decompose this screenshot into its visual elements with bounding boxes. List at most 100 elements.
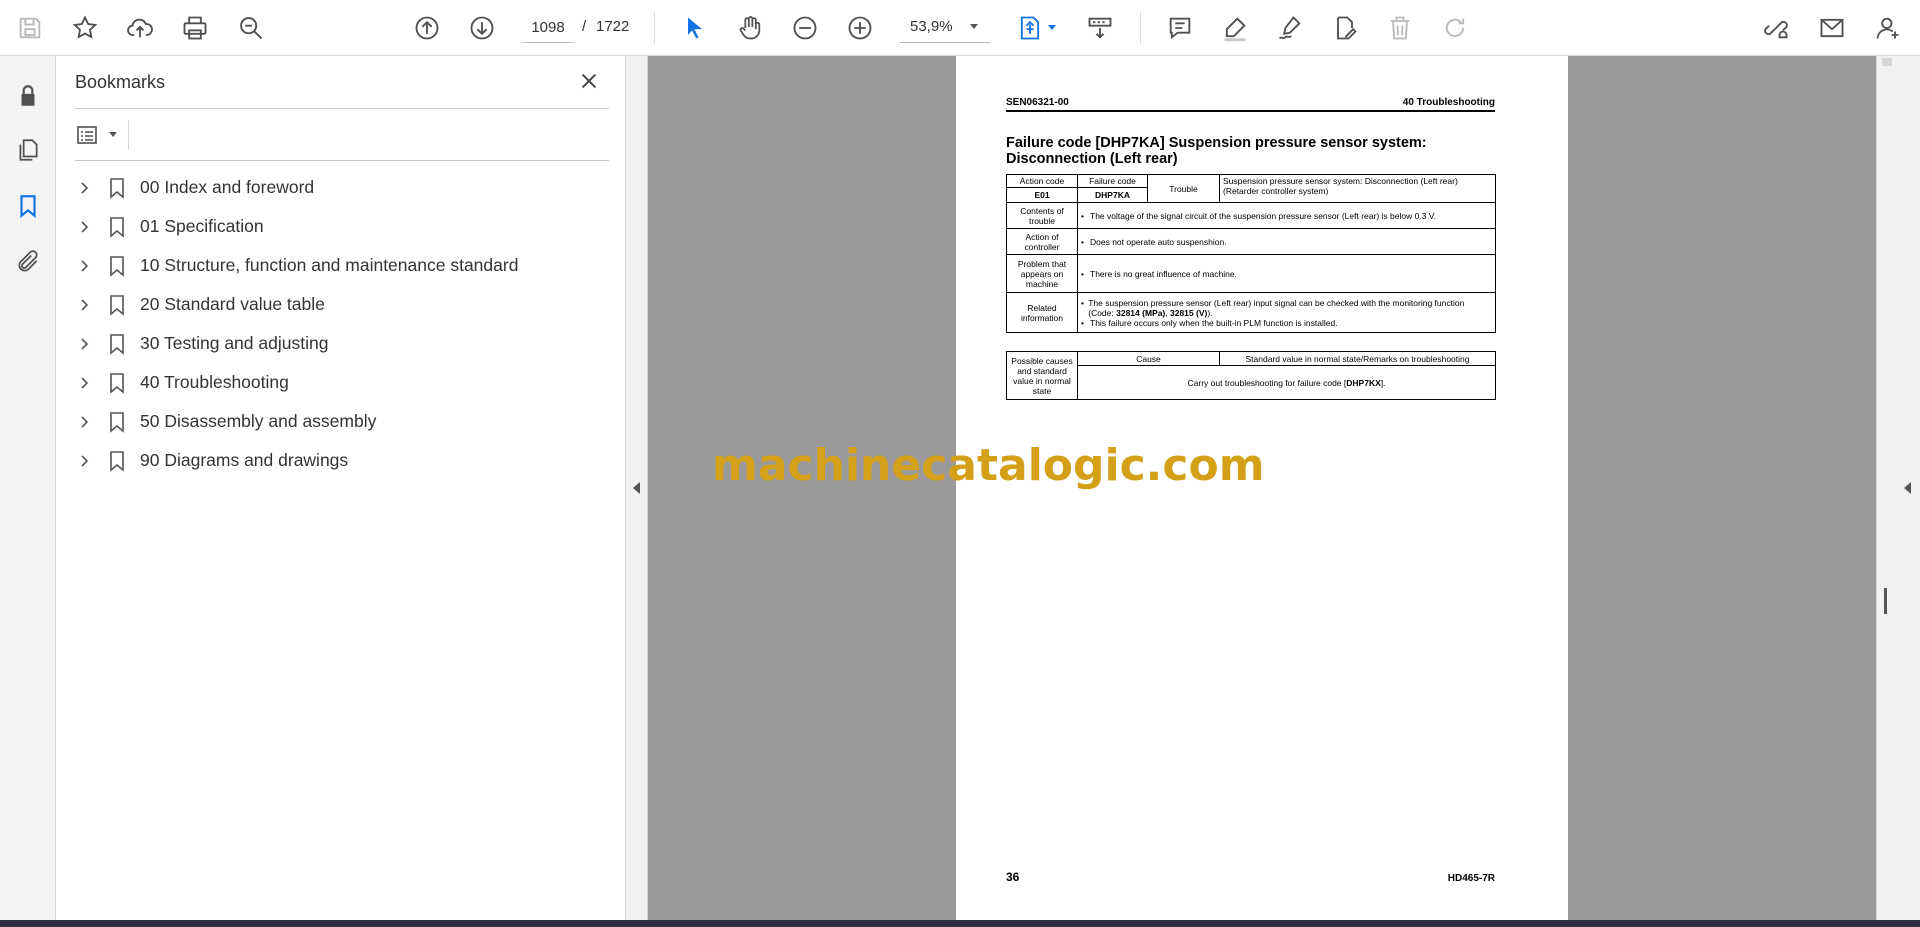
trouble-header: Trouble (1147, 174, 1220, 203)
pages-thumbnail-icon[interactable] (8, 130, 48, 170)
bookmark-icon (102, 215, 132, 239)
left-navigation-rail (0, 56, 56, 920)
hand-icon[interactable] (730, 8, 770, 48)
contents-label: Contents of trouble (1006, 202, 1078, 229)
rotate-icon[interactable] (1435, 8, 1475, 48)
causes-text: Carry out troubleshooting for failure co… (1187, 377, 1347, 388)
model-number: HD465-7R (1447, 873, 1495, 884)
bookmarks-panel: Bookmarks 00 Index and foreword 01 Speci… (56, 56, 626, 920)
star-icon[interactable] (65, 8, 105, 48)
account-icon[interactable] (1868, 8, 1908, 48)
bookmark-panel-icon[interactable] (8, 186, 48, 226)
bookmark-label[interactable]: 50 Disassembly and assembly (140, 411, 376, 432)
possible-causes-table: Possible causes and standard value in no… (1006, 351, 1496, 400)
cloud-upload-icon[interactable] (120, 8, 160, 48)
highlighter-icon[interactable] (1215, 8, 1255, 48)
triangle-left-icon (633, 482, 640, 494)
mail-icon[interactable] (1812, 8, 1852, 48)
failure-code-ref: DHP7KX (1346, 377, 1381, 388)
standard-header: Standard value in normal state/Remarks o… (1219, 351, 1496, 366)
bookmark-label[interactable]: 00 Index and foreword (140, 177, 314, 198)
problem-cell: • There is no great influence of machine. (1077, 254, 1496, 293)
chevron-right-icon[interactable] (72, 215, 96, 239)
toolbar-divider (128, 120, 129, 150)
chevron-right-icon[interactable] (72, 293, 96, 317)
bookmark-item[interactable]: 30 Testing and adjusting (72, 324, 612, 363)
action-code-header: Action code (1006, 174, 1078, 188)
fit-page-icon[interactable] (1010, 8, 1050, 48)
bookmark-item[interactable]: 50 Disassembly and assembly (72, 402, 612, 441)
chevron-right-icon[interactable] (72, 332, 96, 356)
bookmark-icon (102, 293, 132, 317)
action-text: Does not operate auto suspenshion. (1090, 236, 1227, 247)
comment-icon[interactable] (1160, 8, 1200, 48)
bookmark-icon (102, 176, 132, 200)
trash-icon[interactable] (1380, 8, 1420, 48)
expand-right-panel-button[interactable] (1896, 56, 1920, 920)
scroll-mode-icon[interactable] (1080, 8, 1120, 48)
plus-circle-icon[interactable] (840, 8, 880, 48)
close-icon[interactable] (576, 68, 602, 94)
bookmark-item[interactable]: 00 Index and foreword (72, 168, 612, 207)
arrow-up-circle-icon[interactable] (407, 8, 447, 48)
toolbar-divider (1140, 12, 1141, 44)
bookmark-label[interactable]: 20 Standard value table (140, 294, 325, 315)
chevron-down-icon[interactable] (109, 132, 117, 137)
problem-label: Problem that appears on machine (1006, 254, 1078, 293)
bookmark-icon (102, 410, 132, 434)
chevron-right-icon[interactable] (72, 449, 96, 473)
monitoring-code: 32815 (V) (1169, 307, 1208, 318)
bookmark-item[interactable]: 10 Structure, function and maintenance s… (72, 246, 612, 285)
related-label: Related information (1006, 292, 1078, 333)
doc-header-code: SEN06321-00 (1006, 97, 1069, 108)
chevron-right-icon[interactable] (72, 254, 96, 278)
chevron-down-icon[interactable] (1048, 25, 1056, 30)
bookmark-item[interactable]: 40 Troubleshooting (72, 363, 612, 402)
failure-code-header: Failure code (1077, 174, 1148, 188)
causes-label: Possible causes and standard value in no… (1006, 351, 1078, 400)
bookmark-label[interactable]: 90 Diagrams and drawings (140, 450, 348, 471)
current-page-input[interactable]: 1098 (522, 13, 574, 43)
minus-circle-icon[interactable] (785, 8, 825, 48)
chevron-right-icon[interactable] (72, 176, 96, 200)
causes-text: ]. (1380, 377, 1386, 388)
list-options-icon (77, 126, 97, 144)
toolbar-divider (654, 12, 655, 44)
bookmark-item[interactable]: 01 Specification (72, 207, 612, 246)
sign-pen-icon[interactable] (1270, 8, 1310, 48)
bookmarks-title: Bookmarks (75, 72, 166, 92)
action-cell: • Does not operate auto suspenshion. (1077, 228, 1496, 255)
arrow-down-circle-icon[interactable] (462, 8, 502, 48)
contents-cell: • The voltage of the signal circuit of th… (1077, 202, 1496, 229)
panel-divider (75, 108, 609, 109)
save-icon[interactable] (10, 8, 50, 48)
related-text: This failure occurs only when the built-… (1090, 317, 1338, 328)
contents-text: The voltage of the signal circuit of the… (1090, 210, 1437, 221)
chevron-right-icon[interactable] (72, 371, 96, 395)
bookmark-list: 00 Index and foreword 01 Specification 1… (72, 168, 612, 480)
monitoring-code: 32814 (MPa) (1116, 307, 1166, 318)
bookmark-label[interactable]: 01 Specification (140, 216, 264, 237)
cursor-icon[interactable] (675, 8, 715, 48)
action-label: Action of controller (1006, 228, 1078, 255)
scrollbar-thumb[interactable] (1884, 588, 1887, 614)
chevron-down-icon[interactable] (970, 24, 978, 29)
zoom-search-icon[interactable] (231, 8, 271, 48)
bookmark-label[interactable]: 10 Structure, function and maintenance s… (140, 255, 518, 276)
bookmark-label[interactable]: 30 Testing and adjusting (140, 333, 328, 354)
vertical-scrollbar[interactable] (1876, 56, 1896, 920)
lock-icon[interactable] (8, 76, 48, 116)
related-text: ). (1207, 307, 1213, 318)
bookmark-item[interactable]: 90 Diagrams and drawings (72, 441, 612, 480)
doc-header-section: 40 Troubleshooting (1402, 97, 1495, 108)
collapse-panel-button[interactable] (626, 56, 648, 920)
share-link-icon[interactable] (1756, 8, 1796, 48)
edit-doc-icon[interactable] (1325, 8, 1365, 48)
paperclip-icon[interactable] (8, 242, 48, 282)
print-icon[interactable] (175, 8, 215, 48)
page-title: Failure code [DHP7KA] Suspension pressur… (1006, 135, 1427, 167)
chevron-right-icon[interactable] (72, 410, 96, 434)
bookmark-label[interactable]: 40 Troubleshooting (140, 372, 289, 393)
bookmark-icon (102, 449, 132, 473)
bookmark-item[interactable]: 20 Standard value table (72, 285, 612, 324)
